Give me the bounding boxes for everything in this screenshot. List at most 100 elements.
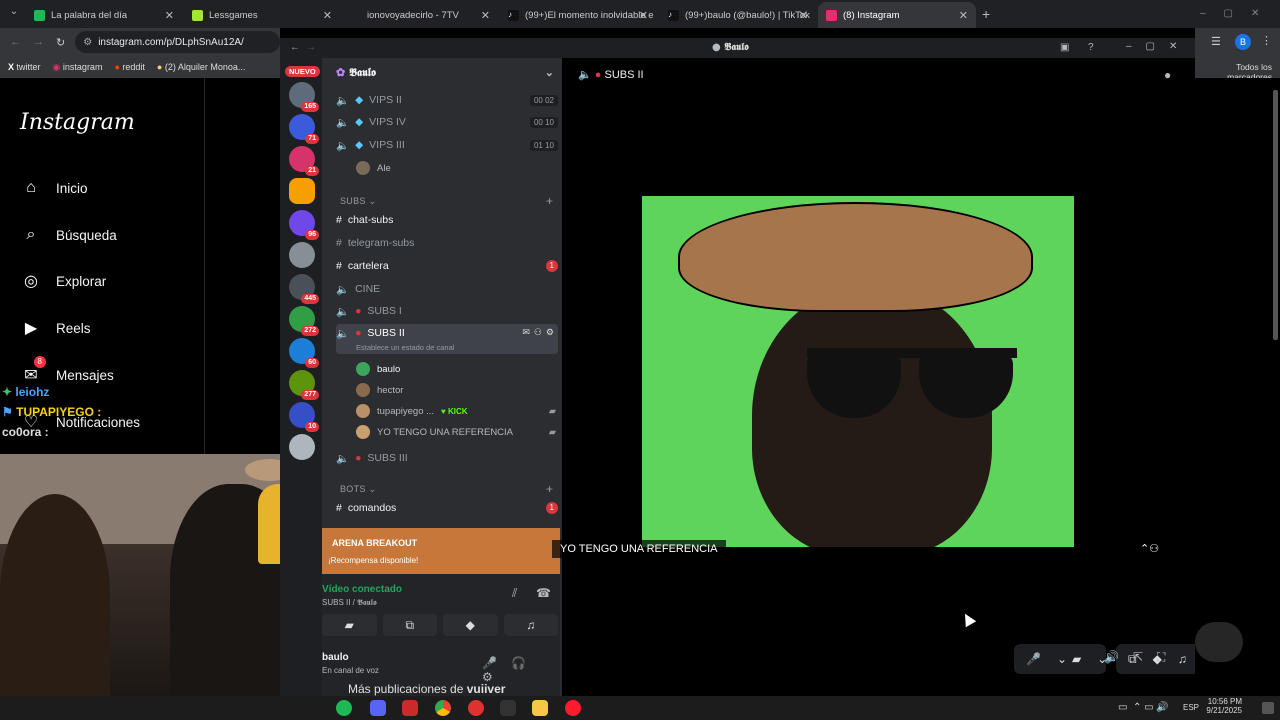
- close-icon[interactable]: ✕: [959, 9, 968, 22]
- forward-icon[interactable]: →: [33, 36, 44, 48]
- voice-channel-subs-iii[interactable]: 🔈 ● SUBS III: [336, 448, 558, 468]
- voice-member[interactable]: YO TENGO UNA REFERENCIA ▰: [356, 425, 556, 439]
- soundboard-button[interactable]: ♫: [503, 614, 558, 636]
- voice-member[interactable]: hector: [356, 383, 403, 397]
- close-icon[interactable]: ✕: [323, 9, 332, 22]
- close-icon[interactable]: ✕: [165, 9, 174, 22]
- voice-channel-vips-ii[interactable]: 🔈 ◆ VIPS II 00 02: [336, 90, 558, 110]
- inbox-icon[interactable]: ▣: [1060, 42, 1069, 53]
- server-icon[interactable]: 60: [289, 338, 319, 368]
- menu-icon[interactable]: ⋮: [1261, 34, 1272, 47]
- voice-member-ale[interactable]: Ale: [356, 161, 391, 175]
- user-controls[interactable]: 🎤🎧⚙: [482, 656, 560, 684]
- server-icon[interactable]: 277: [289, 370, 319, 400]
- nav-inicio[interactable]: ⌂ Inicio: [20, 177, 87, 199]
- browser-tab[interactable]: ♪ (99+)El momento inolvidable e ✕: [500, 2, 656, 28]
- bookmark-instagram[interactable]: ◉ instagram: [53, 62, 103, 73]
- activities-button[interactable]: ◆: [443, 614, 498, 636]
- voice-channel-subs-i[interactable]: 🔈 ● SUBS I: [336, 301, 558, 321]
- noise-suppression-icon[interactable]: ⫽: [512, 586, 517, 601]
- close-icon[interactable]: ✕: [639, 9, 648, 22]
- tab-search-icon[interactable]: ⌄: [6, 6, 22, 22]
- url-field[interactable]: ⚙ instagram.com/p/DLphSnAu12A/: [75, 31, 280, 53]
- browser-tab[interactable]: ionovoyadecirlo - 7TV ✕: [342, 2, 498, 28]
- nav-reels[interactable]: ▶ Reels: [20, 317, 91, 339]
- app-icon[interactable]: [402, 700, 418, 716]
- camera-button[interactable]: ▰: [322, 614, 377, 636]
- server-icon[interactable]: 445: [289, 274, 319, 304]
- server-icon[interactable]: 96: [289, 210, 319, 240]
- more-posts-user[interactable]: vuiiver: [467, 682, 506, 696]
- bookmark-twitter[interactable]: X twitter: [8, 62, 41, 72]
- input-language[interactable]: ESP: [1183, 703, 1199, 712]
- window-controls[interactable]: –▢✕: [1200, 8, 1277, 19]
- expand-participants-icon[interactable]: ⌃⚇: [1140, 542, 1159, 555]
- server-icon[interactable]: 71: [289, 114, 319, 144]
- bookmark-alquiler[interactable]: ● (2) Alquiler Monoa...: [157, 62, 246, 72]
- video-tile[interactable]: [642, 196, 1074, 547]
- browser-tab[interactable]: Lessgames ✕: [184, 2, 340, 28]
- opera-icon[interactable]: [565, 700, 581, 716]
- discord-icon[interactable]: [370, 700, 386, 716]
- messages-fab[interactable]: [1195, 622, 1243, 662]
- voice-member[interactable]: baulo: [356, 362, 400, 376]
- browser-tab[interactable]: La palabra del día ✕: [26, 2, 182, 28]
- new-tab-button[interactable]: +: [982, 6, 990, 22]
- promo-banner[interactable]: ARENA BREAKOUT ¡Recompensa disponible!: [322, 528, 560, 574]
- window-controls[interactable]: –▢✕: [1126, 41, 1191, 52]
- nav-busqueda[interactable]: ⌕ Búsqueda: [20, 224, 117, 246]
- server-icon[interactable]: [289, 242, 315, 268]
- voice-channel-vips-iii[interactable]: 🔈 ◆ VIPS III 01 10: [336, 135, 558, 155]
- notifications-icon[interactable]: [1262, 702, 1274, 714]
- tab-strip-icon[interactable]: ☰: [1211, 35, 1221, 48]
- category-bots[interactable]: BOTS ⌄: [340, 484, 376, 495]
- app-icon[interactable]: [468, 700, 484, 716]
- server-icon[interactable]: 165: [289, 82, 319, 112]
- close-icon[interactable]: ✕: [799, 9, 808, 22]
- scrollbar[interactable]: [1273, 90, 1278, 340]
- all-bookmarks-link[interactable]: Todos los marcadores: [1195, 56, 1280, 82]
- nav-explorar[interactable]: ◎ Explorar: [20, 270, 106, 292]
- app-icon[interactable]: [500, 700, 516, 716]
- bookmark-reddit[interactable]: ● reddit: [114, 62, 144, 72]
- server-icon[interactable]: 10: [289, 402, 319, 432]
- server-header[interactable]: ✿ 𝕭𝖆𝖚𝖑𝖔 ⌄: [336, 66, 554, 80]
- browser-tab[interactable]: ♪ (99+)baulo (@baulo!) | TikTok ✕: [660, 2, 816, 28]
- server-icon[interactable]: 272: [289, 306, 319, 336]
- close-icon[interactable]: ✕: [481, 9, 490, 22]
- profile-avatar[interactable]: B: [1235, 34, 1251, 50]
- system-tray[interactable]: ▭ ⌃ ▭ 🔊: [1118, 702, 1169, 713]
- chrome-icon[interactable]: [435, 700, 451, 716]
- clock[interactable]: 10:56 PM 9/21/2025: [1204, 697, 1242, 715]
- voice-location[interactable]: SUBS II / 𝕭𝖆𝖚𝖑𝖔: [322, 598, 377, 608]
- text-channel-cartelera[interactable]: # cartelera 1: [336, 256, 558, 276]
- site-info-icon[interactable]: ⚙: [83, 37, 92, 48]
- channel-status-hint[interactable]: Establece un estado de canal: [356, 343, 454, 352]
- spotify-icon[interactable]: [336, 700, 352, 716]
- voice-channel-cine[interactable]: 🔈 CINE: [336, 279, 558, 299]
- share-screen-button[interactable]: ⧉: [382, 614, 437, 636]
- back-icon[interactable]: ←: [10, 36, 21, 48]
- server-icon[interactable]: [289, 178, 315, 204]
- text-channel-comandos[interactable]: # comandos 1: [336, 498, 558, 518]
- instagram-logo[interactable]: Instagram: [20, 110, 135, 135]
- add-channel-icon[interactable]: +: [546, 482, 553, 496]
- category-subs[interactable]: SUBS ⌄: [340, 196, 376, 207]
- back-icon[interactable]: ←: [290, 42, 300, 53]
- text-channel-telegram-subs[interactable]: # telegram-subs: [336, 233, 558, 253]
- stage-view-controls[interactable]: 🔊⇱⛶: [1104, 650, 1179, 665]
- file-explorer-icon[interactable]: [532, 700, 548, 716]
- chat-bubble-icon[interactable]: ●: [1164, 68, 1171, 82]
- user-name[interactable]: baulo: [322, 652, 349, 663]
- text-channel-chat-subs[interactable]: # chat-subs: [336, 210, 558, 230]
- server-icon[interactable]: [289, 434, 315, 460]
- server-icon[interactable]: 21: [289, 146, 319, 176]
- browser-tab-active[interactable]: (8) Instagram ✕: [818, 2, 976, 28]
- voice-member[interactable]: tupapiyego ... ♥ KICK ▰: [356, 404, 556, 418]
- reload-icon[interactable]: ↻: [56, 36, 65, 49]
- forward-icon[interactable]: →: [306, 42, 316, 53]
- camera-control[interactable]: ▰ ⌄: [1060, 644, 1108, 674]
- add-channel-icon[interactable]: +: [546, 194, 553, 208]
- disconnect-icon[interactable]: ☎: [536, 586, 551, 600]
- channel-actions[interactable]: ✉⚇⚙: [522, 327, 558, 338]
